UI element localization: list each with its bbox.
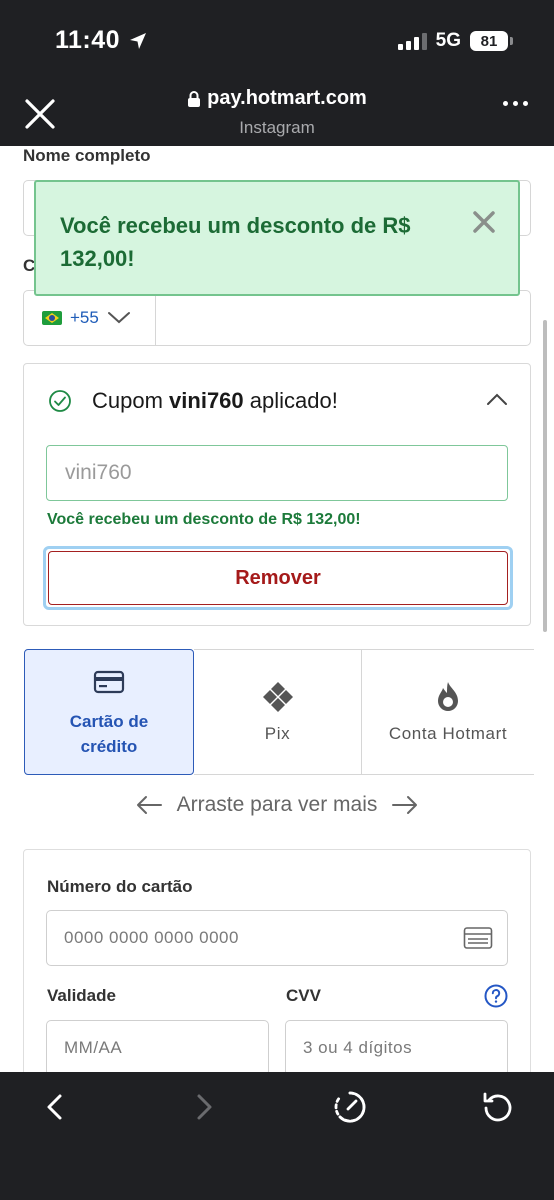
battery-icon: 81 [470, 31, 513, 51]
cvv-label: CVV [286, 986, 321, 1005]
coupon-status-text: Cupom vini760 aplicado! [92, 388, 338, 414]
reload-icon[interactable] [481, 1090, 515, 1124]
browser-top-bar: 11:40 5G 81 pay.hotmart.com Instagram [0, 0, 554, 146]
credit-card-icon [463, 927, 493, 949]
tab-label-line2: crédito [80, 737, 138, 756]
card-form: Número do cartão 0000 0000 0000 0000 Val… [23, 849, 531, 1072]
credit-card-icon [93, 670, 125, 694]
location-arrow-icon [130, 32, 147, 49]
name-label: Nome completo [23, 146, 151, 165]
cvv-placeholder: 3 ou 4 dígitos [303, 1038, 413, 1057]
remove-button-label: Remover [48, 551, 508, 605]
status-indicators: 5G 81 [397, 30, 513, 52]
remove-coupon-button[interactable]: Remover [43, 546, 513, 610]
cvv-input[interactable]: 3 ou 4 dígitos [285, 1020, 508, 1072]
country-code-select[interactable]: +55 [24, 291, 156, 345]
expiry-placeholder: MM/AA [64, 1038, 123, 1057]
check-circle-icon [49, 390, 71, 412]
country-code: +55 [70, 308, 99, 327]
browser-subtitle: Instagram [239, 117, 315, 137]
tab-hotmart-label: Conta Hotmart [388, 724, 508, 743]
arrow-right-icon [392, 796, 418, 814]
pix-icon [262, 682, 293, 712]
flame-icon [438, 682, 458, 711]
coupon-header: Cupom vini760 aplicado! [48, 388, 338, 414]
coupon-input[interactable]: vini760 [46, 445, 508, 501]
chevron-down-icon [107, 312, 130, 324]
tab-pix[interactable]: Pix [194, 649, 362, 775]
status-time: 11:40 [55, 26, 148, 55]
clock-text: 11:40 [55, 26, 121, 54]
card-number-label: Número do cartão [47, 877, 193, 896]
coupon-prefix: Cupom [92, 388, 163, 413]
tab-pix-label: Pix [264, 724, 291, 743]
close-icon[interactable] [472, 210, 496, 234]
coupon-success-message: Você recebeu um desconto de R$ 132,00! [47, 511, 361, 528]
address-bar[interactable]: pay.hotmart.com Instagram [0, 87, 554, 138]
forward-arrow-icon[interactable] [187, 1090, 221, 1124]
card-number-input[interactable]: 0000 0000 0000 0000 [46, 910, 508, 966]
speedometer-icon[interactable] [333, 1090, 367, 1124]
payment-method-tabs: Cartão de crédito Pix Conta Hotmart [24, 649, 534, 775]
tab-hotmart-account[interactable]: Conta Hotmart [362, 649, 534, 775]
browser-bottom-bar [0, 1072, 554, 1200]
scrollbar[interactable] [543, 320, 547, 632]
card-number-placeholder: 0000 0000 0000 0000 [64, 928, 239, 947]
help-icon[interactable] [484, 984, 508, 1008]
coupon-suffix: aplicado! [249, 388, 338, 413]
expiry-label: Validade [47, 986, 116, 1005]
tab-credit-card[interactable]: Cartão de crédito [24, 649, 194, 775]
tab-credit-card-label: Cartão de crédito [70, 709, 148, 759]
lock-icon [188, 90, 201, 107]
arrow-left-icon [136, 796, 162, 814]
tab-label-line1: Cartão de [69, 712, 149, 731]
checkout-page: Nome completo C +55 Você recebeu um desc… [0, 146, 554, 1072]
discount-toast: Você recebeu um desconto de R$ 132,00! [34, 180, 520, 296]
signal-strength-icon [397, 32, 427, 50]
expiry-input[interactable]: MM/AA [46, 1020, 269, 1072]
brazil-flag-icon [42, 311, 62, 325]
coupon-code: vini760 [169, 388, 244, 413]
network-type: 5G [435, 30, 461, 51]
phone-input[interactable]: +55 [23, 290, 531, 346]
battery-level: 81 [480, 32, 498, 50]
page-url: pay.hotmart.com [207, 87, 367, 109]
swipe-hint: Arraste para ver mais [0, 793, 554, 817]
swipe-hint-text: Arraste para ver mais [176, 793, 378, 816]
coupon-card: Cupom vini760 aplicado! vini760 Você rec… [23, 363, 531, 626]
toast-message: Você recebeu um desconto de R$ 132,00! [60, 213, 411, 271]
chevron-up-icon[interactable] [486, 392, 508, 406]
more-icon[interactable] [503, 101, 528, 106]
back-arrow-icon[interactable] [38, 1090, 72, 1124]
